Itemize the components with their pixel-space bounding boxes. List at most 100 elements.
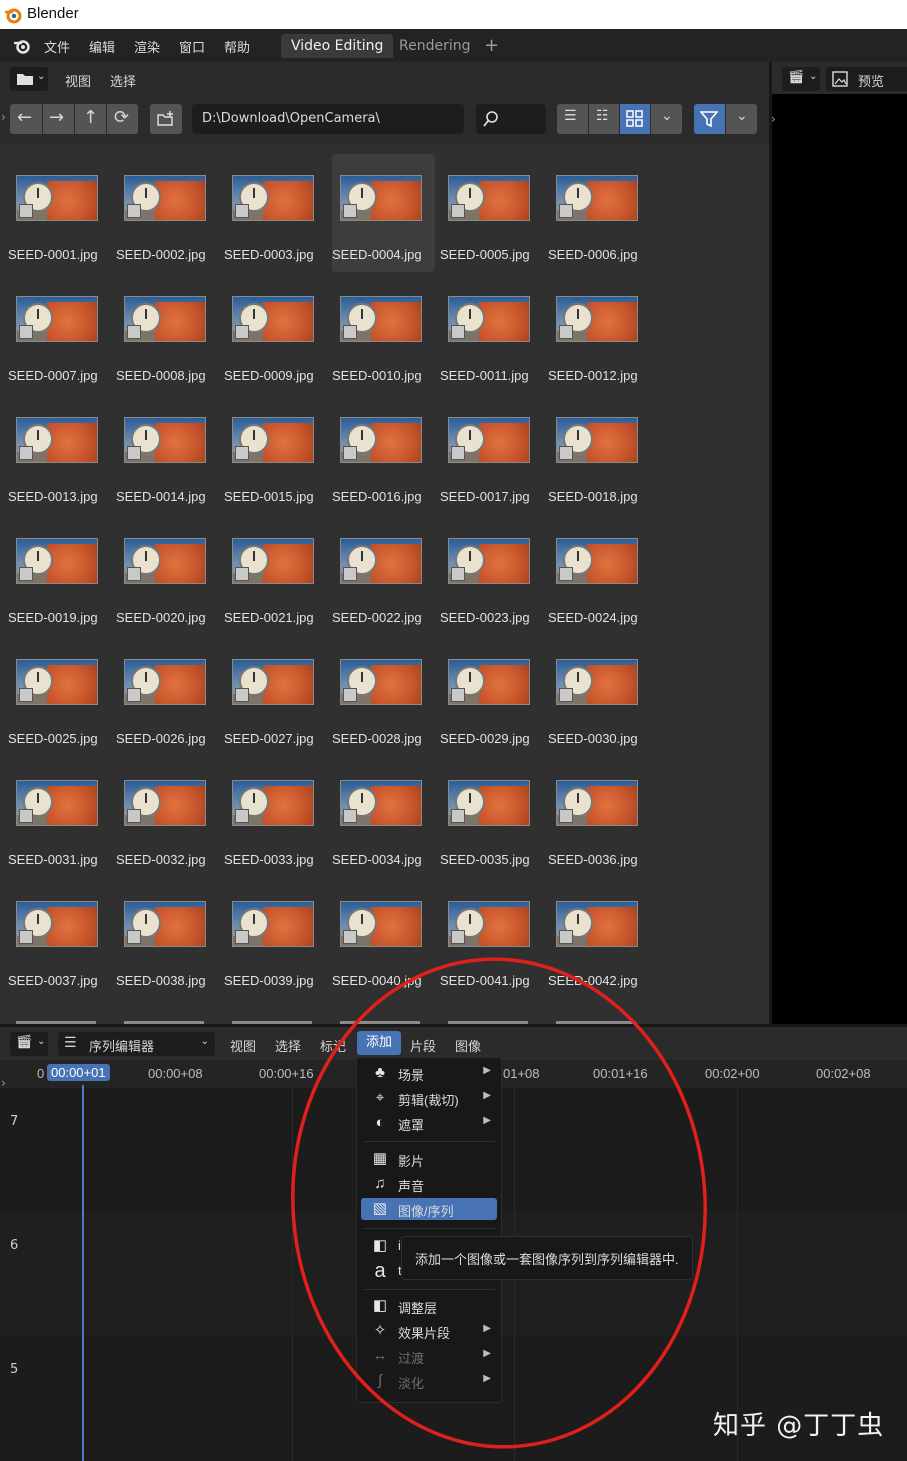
image-thumbnail <box>232 780 314 826</box>
file-thumbnail[interactable]: SEED-0028.jpg <box>332 638 435 756</box>
parent-dir-button[interactable]: ↑ <box>75 104 106 134</box>
image-thumbnail <box>16 780 98 826</box>
seq-menu-view[interactable]: 视图 <box>230 1036 256 1055</box>
file-thumbnail[interactable]: SEED-0022.jpg <box>332 517 435 635</box>
new-folder-button[interactable] <box>150 104 182 134</box>
file-thumbnail[interactable]: SEED-0032.jpg <box>116 759 219 877</box>
forward-button[interactable]: → <box>43 104 74 134</box>
file-thumbnail[interactable]: SEED-0025.jpg <box>8 638 111 756</box>
folder-icon <box>17 74 33 85</box>
preview-view-button[interactable]: 预览 <box>826 67 907 91</box>
back-button[interactable]: ← <box>10 104 42 134</box>
file-thumbnail[interactable]: SEED-0012.jpg <box>548 275 651 393</box>
clapper-icon: 🎬︎ <box>788 70 805 85</box>
file-thumbnail[interactable]: SEED-0026.jpg <box>116 638 219 756</box>
image-thumbnail <box>448 780 530 826</box>
search-input[interactable] <box>476 104 546 134</box>
image-thumbnail <box>340 538 422 584</box>
file-thumbnail[interactable]: SEED-0013.jpg <box>8 396 111 514</box>
file-thumbnail[interactable]: SEED-0038.jpg <box>116 880 219 998</box>
file-thumbnail[interactable]: SEED-0008.jpg <box>116 275 219 393</box>
file-thumbnail[interactable]: SEED-0031.jpg <box>8 759 111 877</box>
tab-video-editing[interactable]: Video Editing <box>281 34 394 58</box>
fb-menu-view[interactable]: 视图 <box>65 71 91 90</box>
refresh-button[interactable]: ⟳ <box>107 104 138 134</box>
menu-file[interactable]: 文件 <box>44 37 70 56</box>
channel-number: 5 <box>10 1362 19 1377</box>
collapse-arrow-icon[interactable]: › <box>1 110 6 124</box>
playhead[interactable] <box>82 1085 84 1461</box>
file-thumbnail[interactable]: SEED-0035.jpg <box>440 759 543 877</box>
file-thumbnail[interactable]: SEED-0021.jpg <box>224 517 327 635</box>
display-thumbnails-button[interactable] <box>620 104 650 134</box>
preview-editor-type-button[interactable]: 🎬︎ ⌄ <box>782 67 820 91</box>
file-thumbnail[interactable]: SEED-0016.jpg <box>332 396 435 514</box>
menu-edit[interactable]: 编辑 <box>89 37 115 56</box>
filter-options-dropdown[interactable]: ⌄ <box>726 104 757 134</box>
fb-menu-select[interactable]: 选择 <box>110 71 136 90</box>
image-thumbnail <box>448 175 530 221</box>
list-horizontal-icon: ☷ <box>596 108 609 124</box>
blender-menu-icon[interactable] <box>12 37 32 55</box>
file-thumbnail[interactable]: SEED-0007.jpg <box>8 275 111 393</box>
seq-editor-type-button[interactable]: 🎬︎ ⌄ <box>10 1032 48 1056</box>
sequencer-icon: ☰ <box>64 1035 77 1051</box>
display-list-horizontal-button[interactable]: ☷ <box>589 104 619 134</box>
ruler-tick: 00:00+08 <box>148 1066 203 1081</box>
file-thumbnail[interactable]: SEED-0011.jpg <box>440 275 543 393</box>
file-name: SEED-0021.jpg <box>224 610 314 625</box>
file-thumbnail[interactable]: SEED-0029.jpg <box>440 638 543 756</box>
image-thumbnail <box>340 659 422 705</box>
seq-view-type-dropdown[interactable]: ☰ 序列编辑器 ⌄ <box>58 1032 215 1056</box>
file-name: SEED-0023.jpg <box>440 610 530 625</box>
file-thumbnail[interactable]: SEED-0018.jpg <box>548 396 651 514</box>
file-thumbnail[interactable]: SEED-0014.jpg <box>116 396 219 514</box>
path-text: D:\Download\OpenCamera\ <box>202 111 380 126</box>
grid-icon <box>626 110 643 127</box>
image-thumbnail <box>448 417 530 463</box>
file-thumbnail[interactable]: SEED-0002.jpg <box>116 154 219 272</box>
image-icon <box>832 71 848 87</box>
file-thumbnail[interactable]: SEED-0024.jpg <box>548 517 651 635</box>
path-field[interactable]: D:\Download\OpenCamera\ <box>192 104 464 134</box>
file-thumbnail-partial <box>124 1021 204 1024</box>
os-title-bar: Blender <box>0 0 907 29</box>
filter-toggle-button[interactable] <box>694 104 725 134</box>
image-thumbnail <box>232 296 314 342</box>
display-list-vertical-button[interactable]: ☰ <box>557 104 588 134</box>
file-thumbnail[interactable]: SEED-0010.jpg <box>332 275 435 393</box>
image-thumbnail <box>124 175 206 221</box>
file-thumbnail[interactable]: SEED-0004.jpg <box>332 154 435 272</box>
file-thumbnail[interactable]: SEED-0027.jpg <box>224 638 327 756</box>
image-thumbnail <box>232 175 314 221</box>
file-thumbnail[interactable]: SEED-0020.jpg <box>116 517 219 635</box>
current-frame-indicator[interactable]: 00:00+01 <box>47 1064 110 1081</box>
file-thumbnail[interactable]: SEED-0037.jpg <box>8 880 111 998</box>
file-thumbnail[interactable]: SEED-0033.jpg <box>224 759 327 877</box>
image-thumbnail <box>340 417 422 463</box>
file-thumbnail[interactable]: SEED-0017.jpg <box>440 396 543 514</box>
file-thumbnail[interactable]: SEED-0006.jpg <box>548 154 651 272</box>
tab-rendering[interactable]: Rendering <box>389 34 481 58</box>
file-thumbnail[interactable]: SEED-0030.jpg <box>548 638 651 756</box>
menu-window[interactable]: 窗口 <box>179 37 205 56</box>
file-thumbnail[interactable]: SEED-0015.jpg <box>224 396 327 514</box>
file-thumbnail[interactable]: SEED-0005.jpg <box>440 154 543 272</box>
image-thumbnail <box>448 538 530 584</box>
file-thumbnail[interactable]: SEED-0036.jpg <box>548 759 651 877</box>
seq-view-type-label: 序列编辑器 <box>89 1040 155 1055</box>
file-thumbnail[interactable]: SEED-0023.jpg <box>440 517 543 635</box>
sidebar-expand-icon[interactable]: › <box>771 112 776 126</box>
file-thumbnail[interactable]: SEED-0019.jpg <box>8 517 111 635</box>
add-workspace-button[interactable]: + <box>474 34 509 58</box>
menu-render[interactable]: 渲染 <box>134 37 160 56</box>
file-thumbnail[interactable]: SEED-0003.jpg <box>224 154 327 272</box>
file-thumbnail[interactable]: SEED-0009.jpg <box>224 275 327 393</box>
display-options-dropdown[interactable]: ⌄ <box>651 104 682 134</box>
ruler-tick: 0 <box>37 1066 45 1081</box>
editor-type-button[interactable]: ⌄ <box>10 67 48 91</box>
file-thumbnail[interactable]: SEED-0034.jpg <box>332 759 435 877</box>
file-name: SEED-0005.jpg <box>440 247 530 262</box>
menu-help[interactable]: 帮助 <box>224 37 250 56</box>
file-thumbnail[interactable]: SEED-0001.jpg <box>8 154 111 272</box>
